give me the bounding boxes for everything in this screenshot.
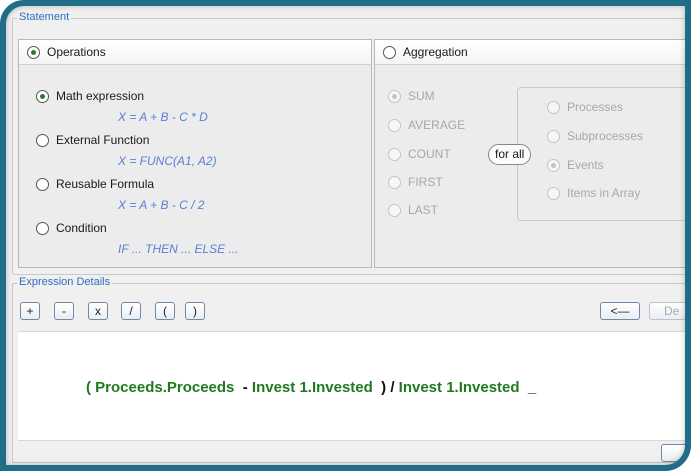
divide-button[interactable]: / xyxy=(121,302,141,320)
option-external-function[interactable]: External Function xyxy=(36,133,149,147)
last-label: LAST xyxy=(408,203,439,217)
expression-text: ( Proceeds.Proceeds - Invest 1.Invested … xyxy=(86,379,536,396)
external-function-label: External Function xyxy=(56,133,150,147)
bottom-right-button[interactable] xyxy=(661,444,685,462)
average-radio[interactable] xyxy=(388,118,401,132)
operations-panel: Operations Math expression X = A + B - C… xyxy=(18,39,372,268)
operations-header-label: Operations xyxy=(47,45,106,59)
subprocesses-radio[interactable] xyxy=(547,129,560,143)
expr-part-3: Invest 1.Invested xyxy=(398,379,520,396)
aggregation-panel: Aggregation SUM AVERAGE COUNT FIRST LAST… xyxy=(374,39,685,268)
expr-op-1: - xyxy=(242,379,248,396)
expr-op-2: ) / xyxy=(381,379,395,396)
sum-radio[interactable] xyxy=(388,89,401,103)
delete-button[interactable]: De xyxy=(649,302,685,320)
operations-radio[interactable] xyxy=(27,45,40,59)
agg-func-sum[interactable]: SUM xyxy=(388,89,435,103)
reusable-formula-radio[interactable] xyxy=(36,177,49,191)
plus-button[interactable]: + xyxy=(20,302,40,320)
close-paren-button[interactable]: ) xyxy=(185,302,205,320)
agg-func-first[interactable]: FIRST xyxy=(388,175,443,189)
aggregation-radio[interactable] xyxy=(383,45,396,59)
minus-button[interactable]: - xyxy=(54,302,74,320)
backspace-button[interactable]: <— xyxy=(600,302,640,320)
aggregation-header-label: Aggregation xyxy=(403,45,468,59)
external-function-formula: X = FUNC(A1, A2) xyxy=(118,154,217,168)
reusable-formula-label: Reusable Formula xyxy=(56,177,155,191)
sum-label: SUM xyxy=(408,89,435,103)
events-radio[interactable] xyxy=(547,158,560,172)
delete-label: De xyxy=(664,304,680,318)
events-label: Events xyxy=(567,158,604,172)
agg-func-count[interactable]: COUNT xyxy=(388,147,451,161)
target-processes[interactable]: Processes xyxy=(547,100,623,114)
option-condition[interactable]: Condition xyxy=(36,221,107,235)
math-expression-radio[interactable] xyxy=(36,89,49,103)
condition-radio[interactable] xyxy=(36,221,49,235)
statement-title: Statement xyxy=(17,11,72,23)
expression-details-title: Expression Details xyxy=(17,276,113,288)
first-radio[interactable] xyxy=(388,175,401,189)
multiply-button[interactable]: x xyxy=(88,302,108,320)
aggregation-header[interactable]: Aggregation xyxy=(375,40,685,65)
math-expression-label: Math expression xyxy=(56,89,145,103)
count-label: COUNT xyxy=(408,147,451,161)
expression-editor[interactable]: ( Proceeds.Proceeds - Invest 1.Invested … xyxy=(18,331,685,441)
reusable-formula-formula: X = A + B - C / 2 xyxy=(118,198,205,212)
math-expression-formula: X = A + B - C * D xyxy=(118,110,208,124)
condition-formula: IF ... THEN ... ELSE ... xyxy=(118,242,239,256)
items-in-array-label: Items in Array xyxy=(567,186,641,200)
text-cursor: _ xyxy=(527,379,537,396)
agg-func-last[interactable]: LAST xyxy=(388,203,438,217)
items-in-array-radio[interactable] xyxy=(547,186,560,200)
target-subprocesses[interactable]: Subprocesses xyxy=(547,129,643,143)
target-items-in-array[interactable]: Items in Array xyxy=(547,186,640,200)
option-reusable-formula[interactable]: Reusable Formula xyxy=(36,177,154,191)
first-label: FIRST xyxy=(408,175,443,189)
expr-part-2: Invest 1.Invested xyxy=(251,379,373,396)
average-label: AVERAGE xyxy=(408,118,466,132)
expression-editor-window: Statement Operations Math expression X =… xyxy=(6,6,685,465)
option-math-expression[interactable]: Math expression xyxy=(36,89,144,103)
external-function-radio[interactable] xyxy=(36,133,49,147)
subprocesses-label: Subprocesses xyxy=(567,129,644,143)
operations-header[interactable]: Operations xyxy=(19,40,371,65)
expr-part-1: ( Proceeds.Proceeds xyxy=(86,379,235,396)
agg-func-average[interactable]: AVERAGE xyxy=(388,118,465,132)
target-events[interactable]: Events xyxy=(547,158,604,172)
count-radio[interactable] xyxy=(388,147,401,161)
condition-label: Condition xyxy=(56,221,107,235)
for-all-button[interactable]: for all xyxy=(488,144,532,165)
processes-label: Processes xyxy=(567,100,624,114)
last-radio[interactable] xyxy=(388,203,401,217)
processes-radio[interactable] xyxy=(547,100,560,114)
open-paren-button[interactable]: ( xyxy=(155,302,175,320)
